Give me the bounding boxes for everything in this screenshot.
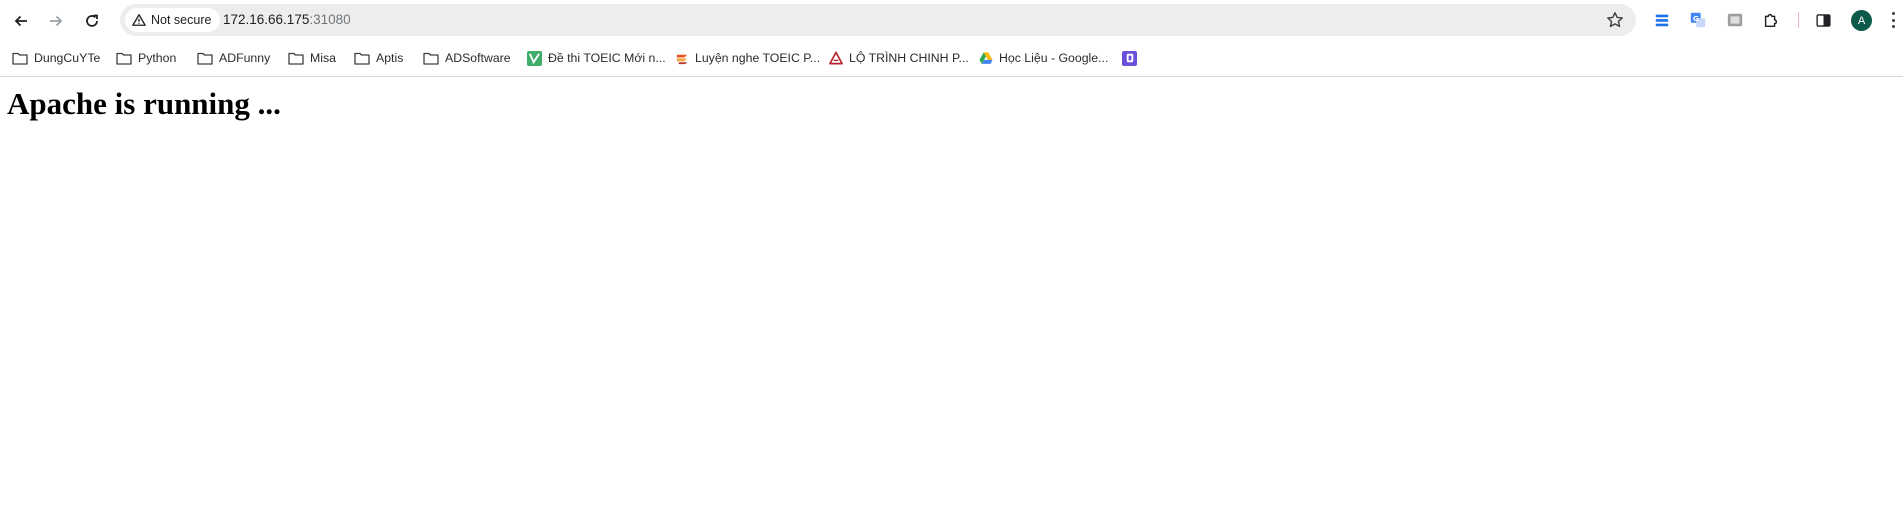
google-translate-icon[interactable]: G — [1688, 10, 1708, 30]
bookmark-folder-python[interactable]: Python — [116, 49, 176, 67]
bookmark-folder-adfunny[interactable]: ADFunny — [197, 49, 270, 67]
dot-icon — [1891, 12, 1895, 15]
bookmark-folder-adsoftware[interactable]: ADSoftware — [423, 49, 511, 67]
browser-menu-button[interactable] — [1888, 10, 1898, 30]
google-drive-icon — [978, 51, 993, 66]
bookmark-folder-dungcuyte[interactable]: DungCuYTe — [12, 49, 100, 67]
bookmark-label: Học Liệu - Google... — [999, 51, 1109, 65]
folder-icon — [354, 52, 370, 65]
bookmarks-bar: DungCuYTe Python ADFunny Misa Aptis ADSo… — [0, 40, 1903, 77]
toeic-favicon — [527, 50, 542, 66]
site-info-chip[interactable]: Not secure — [125, 8, 221, 32]
back-arrow-icon — [14, 15, 27, 27]
url-text[interactable]: 172.16.66.175:31080 — [223, 12, 351, 27]
folder-icon — [288, 52, 304, 65]
address-bar[interactable]: Not secure 172.16.66.175:31080 — [120, 4, 1636, 36]
listening-favicon — [674, 51, 689, 66]
bookmark-purple-app[interactable] — [1122, 49, 1137, 67]
folder-icon — [423, 52, 439, 65]
svg-text:G: G — [1693, 14, 1699, 23]
screenshot-extension-icon[interactable] — [1725, 10, 1745, 30]
page-heading: Apache is running ... — [7, 86, 281, 121]
url-port: :31080 — [309, 12, 351, 27]
bookmark-label: DungCuYTe — [34, 51, 101, 65]
back-button[interactable] — [8, 8, 34, 34]
bookmark-label: ADFunny — [219, 51, 271, 65]
folder-icon — [197, 52, 213, 65]
side-panel-icon[interactable] — [1813, 10, 1833, 30]
forward-arrow-icon — [50, 15, 63, 27]
browser-toolbar: Not secure 172.16.66.175:31080 G A — [0, 0, 1903, 40]
profile-avatar[interactable]: A — [1851, 10, 1872, 31]
url-host: 172.16.66.175 — [223, 12, 310, 27]
bookmark-toeic-tests[interactable]: Đề thi TOEIC Mới n... — [527, 49, 666, 67]
toolbar-divider — [1798, 12, 1799, 28]
bookmark-folder-aptis[interactable]: Aptis — [354, 49, 403, 67]
avatar-initial: A — [1857, 14, 1866, 27]
folder-icon — [12, 52, 28, 65]
bookmark-folder-misa[interactable]: Misa — [288, 49, 336, 67]
bookmark-label: Aptis — [376, 51, 404, 65]
bookmark-label: Misa — [310, 51, 336, 65]
bookmark-label: Python — [138, 51, 177, 65]
reload-button[interactable] — [79, 8, 105, 34]
folder-icon — [116, 52, 132, 65]
extensions-puzzle-icon[interactable] — [1761, 10, 1781, 30]
bookmark-label: LỘ TRÌNH CHINH P... — [849, 51, 969, 65]
purple-app-favicon — [1122, 50, 1137, 66]
bookmark-label: Luyện nghe TOEIC P... — [695, 51, 821, 65]
bookmark-hoc-lieu[interactable]: Học Liệu - Google... — [978, 49, 1108, 67]
dot-icon — [1891, 25, 1895, 28]
warning-triangle-icon — [132, 14, 146, 26]
security-label: Not secure — [151, 13, 212, 27]
red-a-favicon — [828, 51, 843, 66]
bookmark-label: ADSoftware — [445, 51, 511, 65]
extension-stack-icon[interactable] — [1652, 10, 1672, 30]
bookmark-label: Đề thi TOEIC Mới n... — [548, 51, 666, 65]
bookmark-lo-trinh[interactable]: LỘ TRÌNH CHINH P... — [828, 49, 969, 67]
bookmark-toeic-listening[interactable]: Luyện nghe TOEIC P... — [674, 49, 820, 67]
reload-icon — [86, 14, 98, 27]
bookmark-star-icon[interactable] — [1606, 11, 1624, 29]
dot-icon — [1891, 18, 1895, 22]
forward-button[interactable] — [43, 8, 69, 34]
